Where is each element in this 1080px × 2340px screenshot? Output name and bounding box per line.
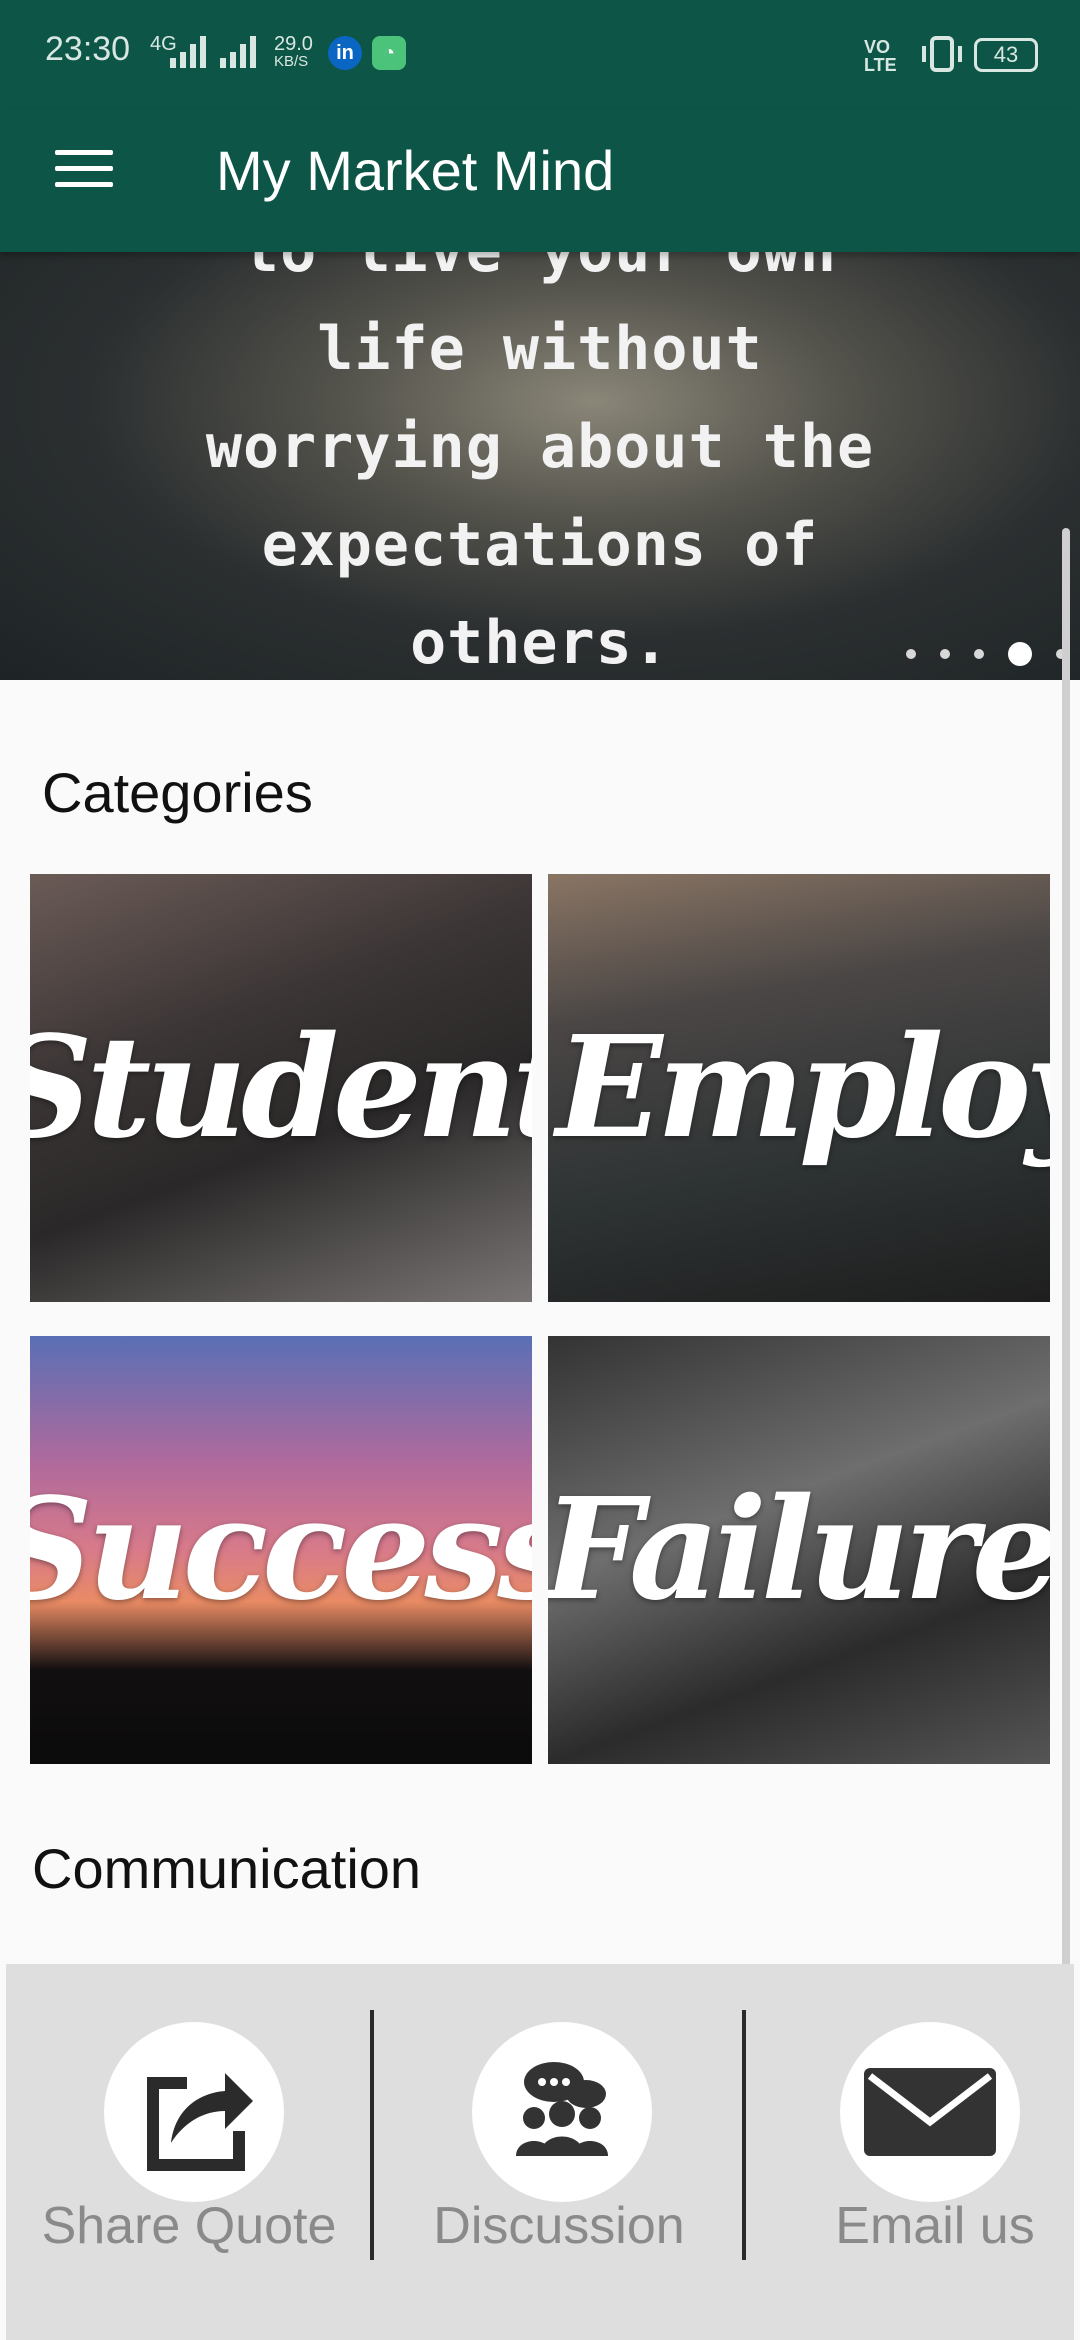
category-label: Failure (548, 1468, 1050, 1632)
battery-icon: 43 (974, 38, 1038, 72)
quote-line: others. (410, 608, 670, 678)
category-failure-card[interactable]: Failure (548, 1336, 1050, 1764)
signal-icon-2 (220, 36, 256, 68)
speed-value: 29.0 (274, 33, 313, 55)
signal-icon (170, 36, 206, 68)
share-quote-label: Share Quote (41, 2197, 337, 2255)
email-us-label: Email us (835, 2197, 1035, 2255)
pager-dot[interactable] (974, 649, 984, 659)
discussion-label: Discussion (433, 2197, 685, 2255)
quote-line: worrying about the (205, 412, 875, 482)
share-quote-button[interactable]: Share Quote (14, 1964, 364, 2340)
status-time: 23:30 (45, 30, 131, 68)
app-notification-icon: ◔ (372, 36, 406, 70)
category-employee-card[interactable]: Employee (548, 874, 1050, 1302)
categories-heading: Categories (42, 761, 313, 824)
share-icon (104, 2022, 284, 2202)
status-bar: 23:30 4G 29.0 KB/S in ◔ VO LTE 43 (0, 0, 1080, 110)
communication-bar: Share Quote Discussion Email us (6, 1964, 1074, 2340)
discussion-icon (472, 2022, 652, 2202)
quote-line: to live your own (0, 252, 1080, 300)
pager-dot[interactable] (906, 649, 916, 659)
category-label: Student (30, 1006, 532, 1170)
speed-unit: KB/S (274, 53, 309, 70)
pager-dot[interactable] (940, 649, 950, 659)
discussion-button[interactable]: Discussion (384, 1964, 734, 2340)
app-title: My Market Mind (216, 139, 615, 202)
category-student-card[interactable]: Student (30, 874, 532, 1302)
pager-indicator (882, 642, 1066, 666)
email-icon (840, 2022, 1020, 2202)
vibrate-icon (922, 36, 962, 72)
quote-banner[interactable]: to live your own life without worrying a… (0, 252, 1080, 680)
pager-dot[interactable] (1008, 642, 1032, 666)
volte-icon: VO LTE (864, 37, 897, 75)
app-bar: My Market Mind (0, 110, 1080, 252)
divider (742, 2010, 746, 2260)
quote-line: expectations of (261, 510, 819, 580)
category-success-card[interactable]: Success (30, 1336, 532, 1764)
menu-icon[interactable] (55, 150, 113, 200)
quote-line: life without (317, 314, 763, 384)
linkedin-icon: in (328, 36, 362, 70)
quote-text: to live your own life without worrying a… (0, 252, 1080, 680)
communication-heading: Communication (32, 1837, 422, 1900)
category-label: Employee (556, 1006, 1050, 1170)
email-us-button[interactable]: Email us (760, 1964, 1080, 2340)
category-label: Success (30, 1468, 532, 1632)
divider (370, 2010, 374, 2260)
